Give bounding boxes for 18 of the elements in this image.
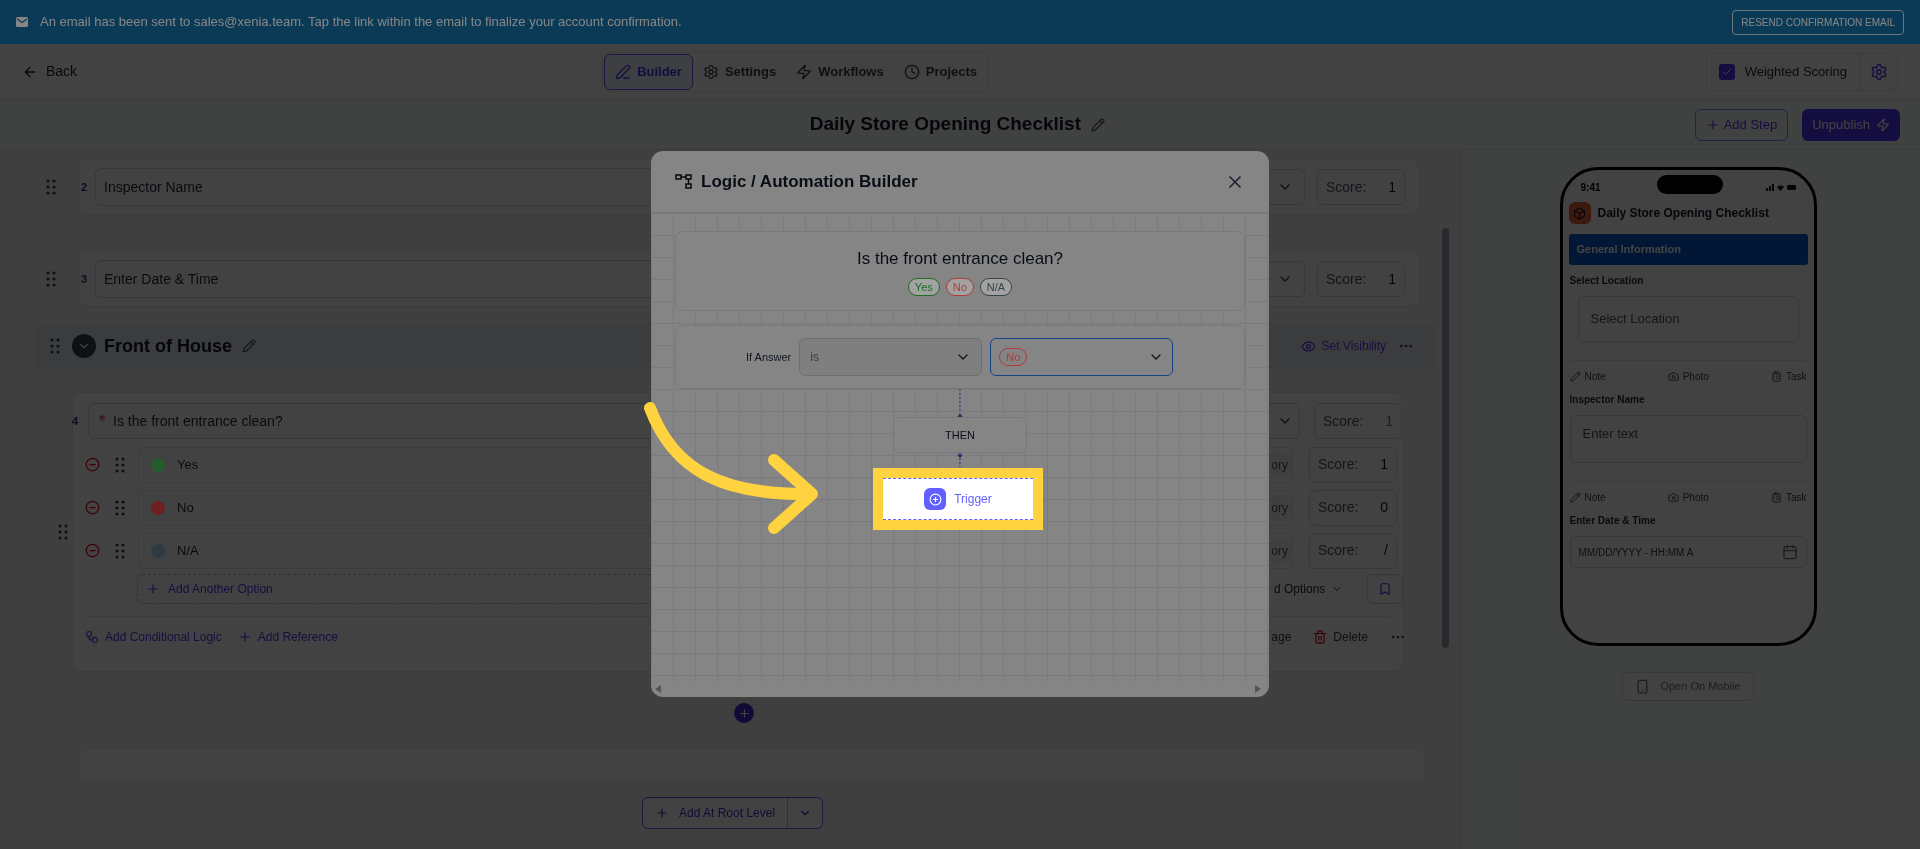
checklist-title: Daily Store Opening Checklist — [809, 112, 1081, 137]
option-label: No — [177, 498, 194, 517]
status-time: 9:41 — [1580, 180, 1601, 195]
dialog-title: Logic / Automation Builder — [701, 170, 918, 193]
condition-label: If Answer — [746, 349, 792, 365]
answer-chip: N/A — [979, 277, 1013, 296]
answer-chip: Yes — [907, 277, 940, 296]
field-label: Enter Date & Time — [1569, 514, 1657, 528]
then-node: THEN — [893, 417, 1027, 453]
option-label: N/A — [177, 541, 199, 560]
field-label: Select Location — [1569, 274, 1645, 288]
preview-title: Daily Store Opening Checklist — [1597, 205, 1769, 222]
option-label: Yes — [177, 455, 199, 474]
notice-text: An email has been sent to sales@xenia.team. Tap the link within the email to finalize your account confirmation. — [40, 13, 682, 32]
question-text: Is the front entrance clean? — [857, 248, 1063, 270]
answer-chip: No — [945, 277, 974, 296]
field-label: Inspector Name — [1569, 393, 1646, 407]
section-banner: General Information — [1568, 234, 1808, 265]
